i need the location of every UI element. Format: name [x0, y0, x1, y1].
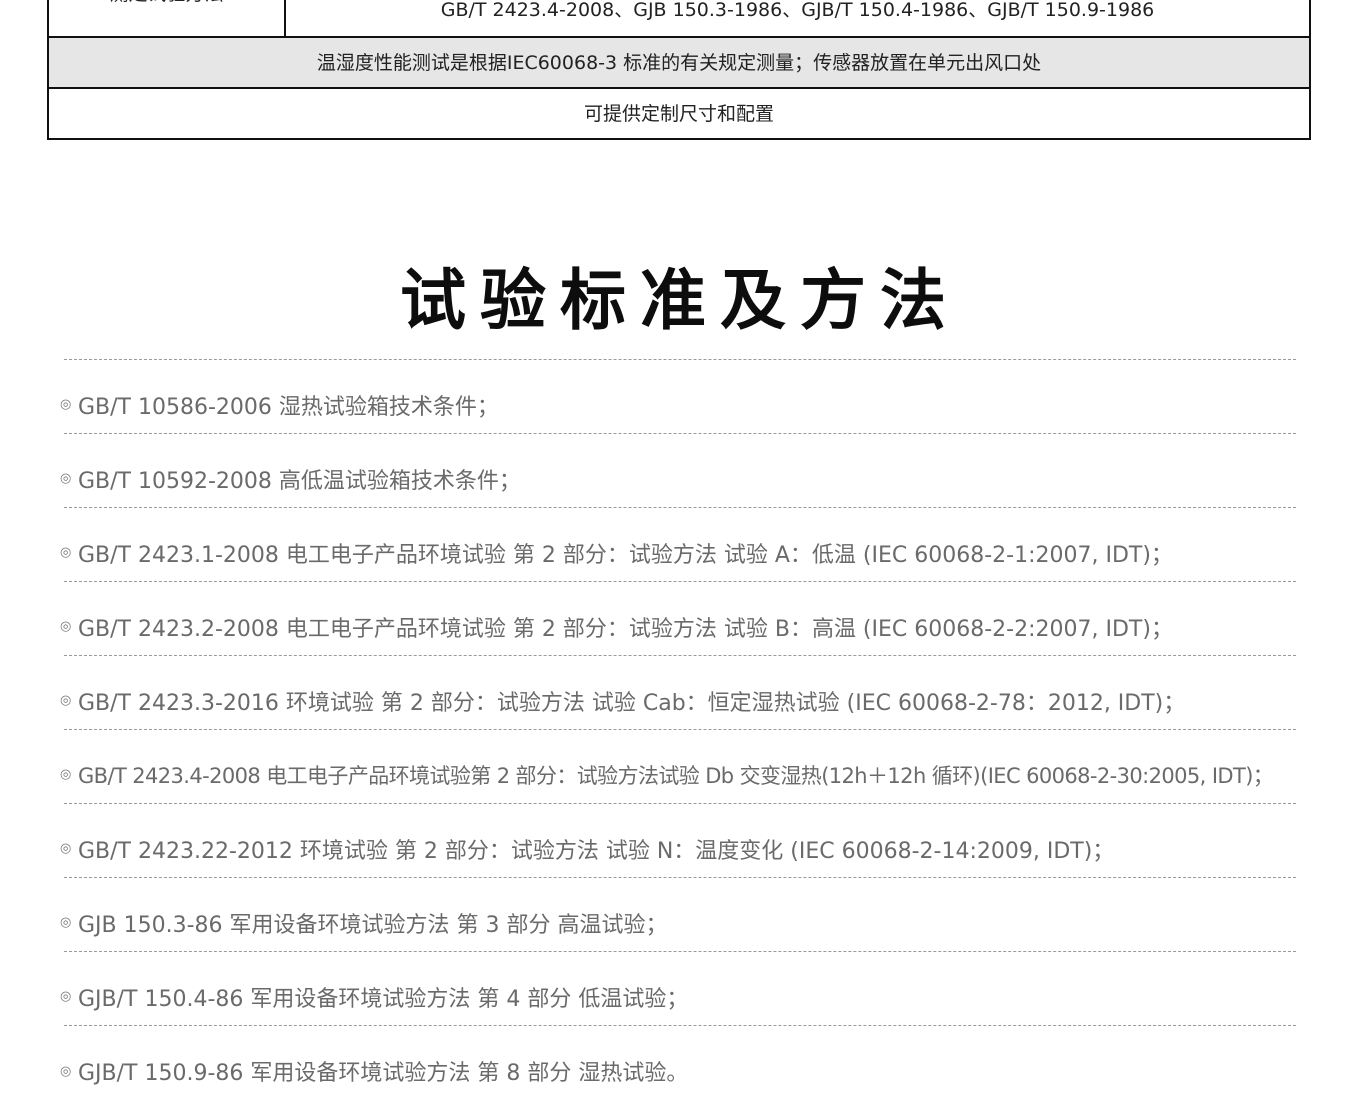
bullet-icon: ◎	[60, 471, 72, 486]
custom-note: 可提供定制尺寸和配置	[583, 103, 774, 125]
bullet-icon: ◎	[60, 767, 72, 782]
test-note: 温湿度性能测试是根据IEC60068-3 标准的有关规定测量；传感器放置在单元出…	[316, 52, 1042, 74]
bullet-icon: ◎	[60, 397, 72, 412]
standard-item: ◎ GB/T 10586-2006 湿热试验箱技术条件；	[60, 360, 1296, 434]
standard-text: GB/T 10592-2008 高低温试验箱技术条件；	[78, 468, 521, 494]
bullet-icon: ◎	[60, 693, 72, 708]
standard-text: GB/T 10586-2006 湿热试验箱技术条件；	[78, 394, 499, 420]
standard-item: ◎ GB/T 2423.4-2008 电工电子产品环境试验第 2 部分：试验方法…	[60, 730, 1296, 804]
bullet-icon: ◎	[60, 989, 72, 1004]
standard-item: ◎ GJB 150.3-86 军用设备环境试验方法 第 3 部分 高温试验；	[60, 878, 1296, 952]
bullet-icon: ◎	[60, 915, 72, 930]
standards-list: ◎ GB/T 10586-2006 湿热试验箱技术条件； ◎ GB/T 1059…	[60, 359, 1296, 1100]
standard-item: ◎ GB/T 10592-2008 高低温试验箱技术条件；	[60, 434, 1296, 508]
standard-item: ◎ GJB/T 150.9-86 军用设备环境试验方法 第 8 部分 湿热试验。	[60, 1026, 1296, 1100]
methods-row: 测定试验方法 GB/T 2423.4-2008、GJB 150.3-1986、G…	[49, 0, 1309, 36]
bullet-icon: ◎	[60, 1063, 72, 1079]
bullet-icon: ◎	[60, 841, 72, 856]
test-note-row: 温湿度性能测试是根据IEC60068-3 标准的有关规定测量；传感器放置在单元出…	[49, 36, 1309, 87]
spec-table: 测定试验方法 GB/T 2423.4-2008、GJB 150.3-1986、G…	[47, 0, 1311, 140]
methods-label: 测定试验方法	[49, 0, 286, 36]
standard-text: GB/T 2423.3-2016 环境试验 第 2 部分：试验方法 试验 Cab…	[78, 690, 1186, 716]
standard-item: ◎ GJB/T 150.4-86 军用设备环境试验方法 第 4 部分 低温试验；	[60, 952, 1296, 1026]
standard-text: GB/T 2423.1-2008 电工电子产品环境试验 第 2 部分：试验方法 …	[78, 542, 1173, 568]
standard-item: ◎ GB/T 2423.3-2016 环境试验 第 2 部分：试验方法 试验 C…	[60, 656, 1296, 730]
methods-value: GB/T 2423.4-2008、GJB 150.3-1986、GJB/T 15…	[440, 0, 1155, 21]
custom-note-row: 可提供定制尺寸和配置	[49, 87, 1309, 138]
standard-text: GJB/T 150.4-86 军用设备环境试验方法 第 4 部分 低温试验；	[78, 986, 689, 1012]
standard-item: ◎ GB/T 2423.22-2012 环境试验 第 2 部分：试验方法 试验 …	[60, 804, 1296, 878]
standard-item: ◎ GB/T 2423.1-2008 电工电子产品环境试验 第 2 部分：试验方…	[60, 508, 1296, 582]
standard-text: GB/T 2423.22-2012 环境试验 第 2 部分：试验方法 试验 N：…	[78, 838, 1115, 864]
bullet-icon: ◎	[60, 619, 72, 634]
standard-text: GJB/T 150.9-86 军用设备环境试验方法 第 8 部分 湿热试验。	[78, 1061, 689, 1086]
standard-item: ◎ GB/T 2423.2-2008 电工电子产品环境试验 第 2 部分：试验方…	[60, 582, 1296, 656]
standard-text: GJB 150.3-86 军用设备环境试验方法 第 3 部分 高温试验；	[78, 912, 668, 938]
standard-text: GB/T 2423.2-2008 电工电子产品环境试验 第 2 部分：试验方法 …	[78, 616, 1173, 642]
section-title: 试验标准及方法	[400, 262, 960, 340]
bullet-icon: ◎	[60, 545, 72, 560]
standard-text: GB/T 2423.4-2008 电工电子产品环境试验第 2 部分：试验方法试验…	[78, 763, 1274, 788]
